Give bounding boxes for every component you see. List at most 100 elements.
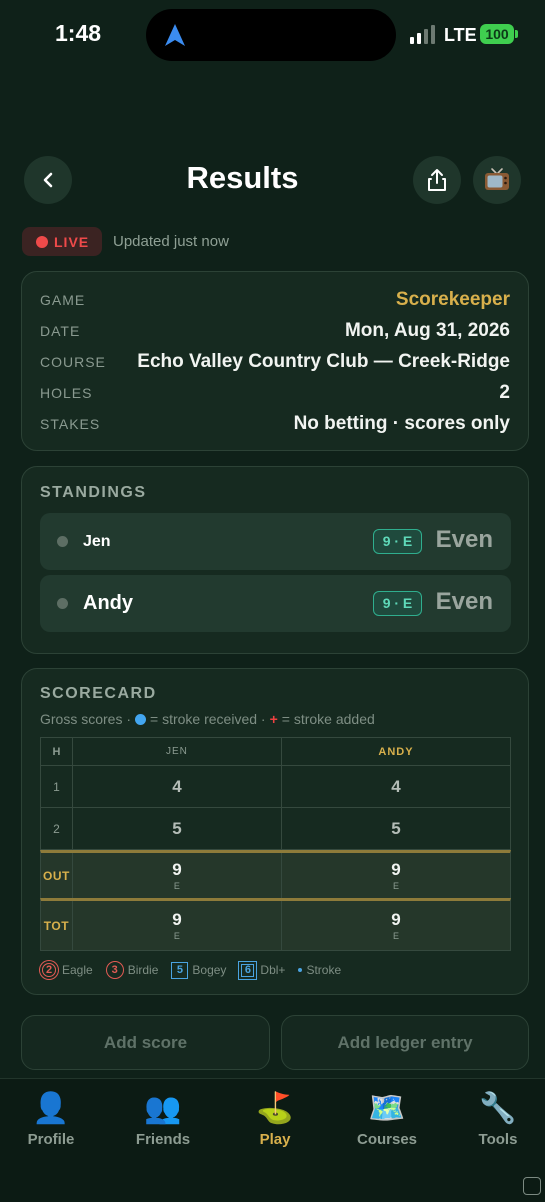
hole-number: 2 xyxy=(53,821,60,836)
stroke-added-icon: + xyxy=(269,711,278,727)
subtitle-prefix: Gross scores · xyxy=(40,711,132,727)
sum-value: 9 xyxy=(391,909,401,929)
player-score: Even xyxy=(435,588,493,615)
live-dot-icon xyxy=(36,235,48,248)
tab-play[interactable]: ⛳ Play xyxy=(225,1091,325,1148)
wrench-icon: 🔧 xyxy=(479,1092,517,1125)
sum-to-par: E xyxy=(392,880,399,891)
hole-cell: 1 xyxy=(41,766,73,807)
status-bar: 1:48 LTE 100 xyxy=(0,0,545,70)
tab-label: Tools xyxy=(478,1131,518,1148)
scorecard-subtitle: Gross scores · = stroke received · + = s… xyxy=(40,711,375,727)
hole-score: 5 xyxy=(391,818,401,838)
standings-card: STANDINGS Jen 9 · E Even Andy 9 · E Even xyxy=(21,466,529,654)
info-label: COURSE xyxy=(40,354,106,370)
score-cell[interactable]: 4 xyxy=(73,766,282,807)
add-score-button[interactable]: Add score xyxy=(21,1015,270,1070)
tab-profile[interactable]: 👤 Profile xyxy=(1,1091,101,1148)
add-ledger-entry-button[interactable]: Add ledger entry xyxy=(281,1015,529,1070)
scorecard-title: SCORECARD xyxy=(40,685,157,702)
legend-label: Birdie xyxy=(127,963,159,977)
info-label: GAME xyxy=(40,292,86,308)
table-header-row: H JEN ANDY xyxy=(40,737,511,766)
stroke-received-icon xyxy=(135,713,147,725)
score-cell[interactable]: 4 xyxy=(282,766,510,807)
subtitle-received: = stroke received · xyxy=(150,711,266,727)
score-pill: 9 · E xyxy=(373,591,422,616)
sum-value: 9 xyxy=(172,909,182,929)
battery-icon: 100 xyxy=(480,24,514,44)
sum-label-cell: OUT xyxy=(41,853,73,898)
live-badge: LIVE xyxy=(22,227,102,256)
score-cell[interactable]: 5 xyxy=(282,808,510,849)
hole-score: 4 xyxy=(391,776,401,796)
info-row-holes: HOLES 2 xyxy=(40,382,510,404)
tab-label: Friends xyxy=(135,1131,191,1148)
table-row[interactable]: 2 5 5 xyxy=(40,808,511,850)
live-label: LIVE xyxy=(54,233,90,250)
sum-cell: 9 E xyxy=(282,901,510,950)
info-label: HOLES xyxy=(40,385,93,401)
sum-to-par: E xyxy=(173,880,180,891)
info-value: 2 xyxy=(499,382,510,403)
tot-label: TOT xyxy=(43,918,70,933)
dynamic-island xyxy=(146,9,396,61)
subtitle-added: = stroke added xyxy=(281,711,375,727)
bogey-icon: 5 xyxy=(171,961,189,979)
legend-double-bogey: 6 Dbl+ xyxy=(239,963,285,977)
score-cell[interactable]: 5 xyxy=(73,808,282,849)
map-icon: 🗺️ xyxy=(368,1092,406,1125)
header-cell: JEN xyxy=(73,738,282,765)
tab-label: Play xyxy=(259,1131,291,1148)
profile-icon: 👤 xyxy=(32,1092,70,1125)
hole-number: 1 xyxy=(53,779,60,794)
golf-flag-icon: ⛳ xyxy=(256,1092,294,1125)
friends-icon: 👥 xyxy=(144,1092,182,1125)
info-row-course: COURSE Echo Valley Country Club — Creek-… xyxy=(40,351,510,373)
hole-score: 4 xyxy=(172,776,182,796)
network-label: LTE xyxy=(444,25,477,45)
tab-bar: 👤 Profile 👥 Friends ⛳ Play 🗺️ Courses 🔧 … xyxy=(0,1078,545,1202)
info-value: No betting · scores only xyxy=(293,413,510,434)
tab-courses[interactable]: 🗺️ Courses xyxy=(337,1091,437,1148)
hole-score: 5 xyxy=(172,818,182,838)
hole-cell: 2 xyxy=(41,808,73,849)
tab-friends[interactable]: 👥 Friends xyxy=(113,1091,213,1148)
info-label: STAKES xyxy=(40,416,101,432)
player-name: Andy xyxy=(83,592,133,614)
scan-icon[interactable] xyxy=(523,1177,541,1195)
player-score: Even xyxy=(435,526,493,553)
status-dot-icon xyxy=(57,536,68,547)
tv-button[interactable] xyxy=(473,156,521,204)
location-arrow-icon xyxy=(165,24,185,46)
header-cell: ANDY xyxy=(282,738,510,765)
score-pill: 9 · E xyxy=(373,529,422,554)
player-name: Jen xyxy=(83,533,111,550)
legend-label: Bogey xyxy=(192,963,227,977)
header-player-2: ANDY xyxy=(378,745,414,758)
status-dot-icon xyxy=(57,598,68,609)
out-label: OUT xyxy=(43,868,70,883)
standing-row-andy[interactable]: Andy 9 · E Even xyxy=(40,575,511,632)
header-hole: H xyxy=(52,745,61,758)
tab-label: Profile xyxy=(27,1131,75,1148)
share-button[interactable] xyxy=(413,156,461,204)
tab-tools[interactable]: 🔧 Tools xyxy=(448,1091,545,1148)
legend-label: Dbl+ xyxy=(260,963,286,977)
table-row[interactable]: 1 4 4 xyxy=(40,766,511,808)
tv-icon xyxy=(485,168,509,190)
info-row-game: GAME Scorekeeper xyxy=(40,289,510,311)
legend-birdie: 3 Birdie xyxy=(105,961,159,979)
scorecard-legend: 2 Eagle 3 Birdie 5 Bogey 6 Dbl+ Stroke xyxy=(40,961,347,979)
standing-row-jen[interactable]: Jen 9 · E Even xyxy=(40,513,511,570)
info-row-date: DATE Mon, Aug 31, 2026 xyxy=(40,320,510,342)
out-total-row: OUT 9 E 9 E xyxy=(40,850,511,898)
birdie-icon: 3 xyxy=(105,961,124,979)
info-value: Mon, Aug 31, 2026 xyxy=(344,320,510,341)
eagle-icon: 2 xyxy=(42,963,56,977)
sum-value: 9 xyxy=(391,859,401,879)
sum-label-cell: TOT xyxy=(41,901,73,950)
info-value: Scorekeeper xyxy=(395,289,510,310)
tab-label: Courses xyxy=(356,1131,418,1148)
legend-stroke: Stroke xyxy=(298,963,341,977)
